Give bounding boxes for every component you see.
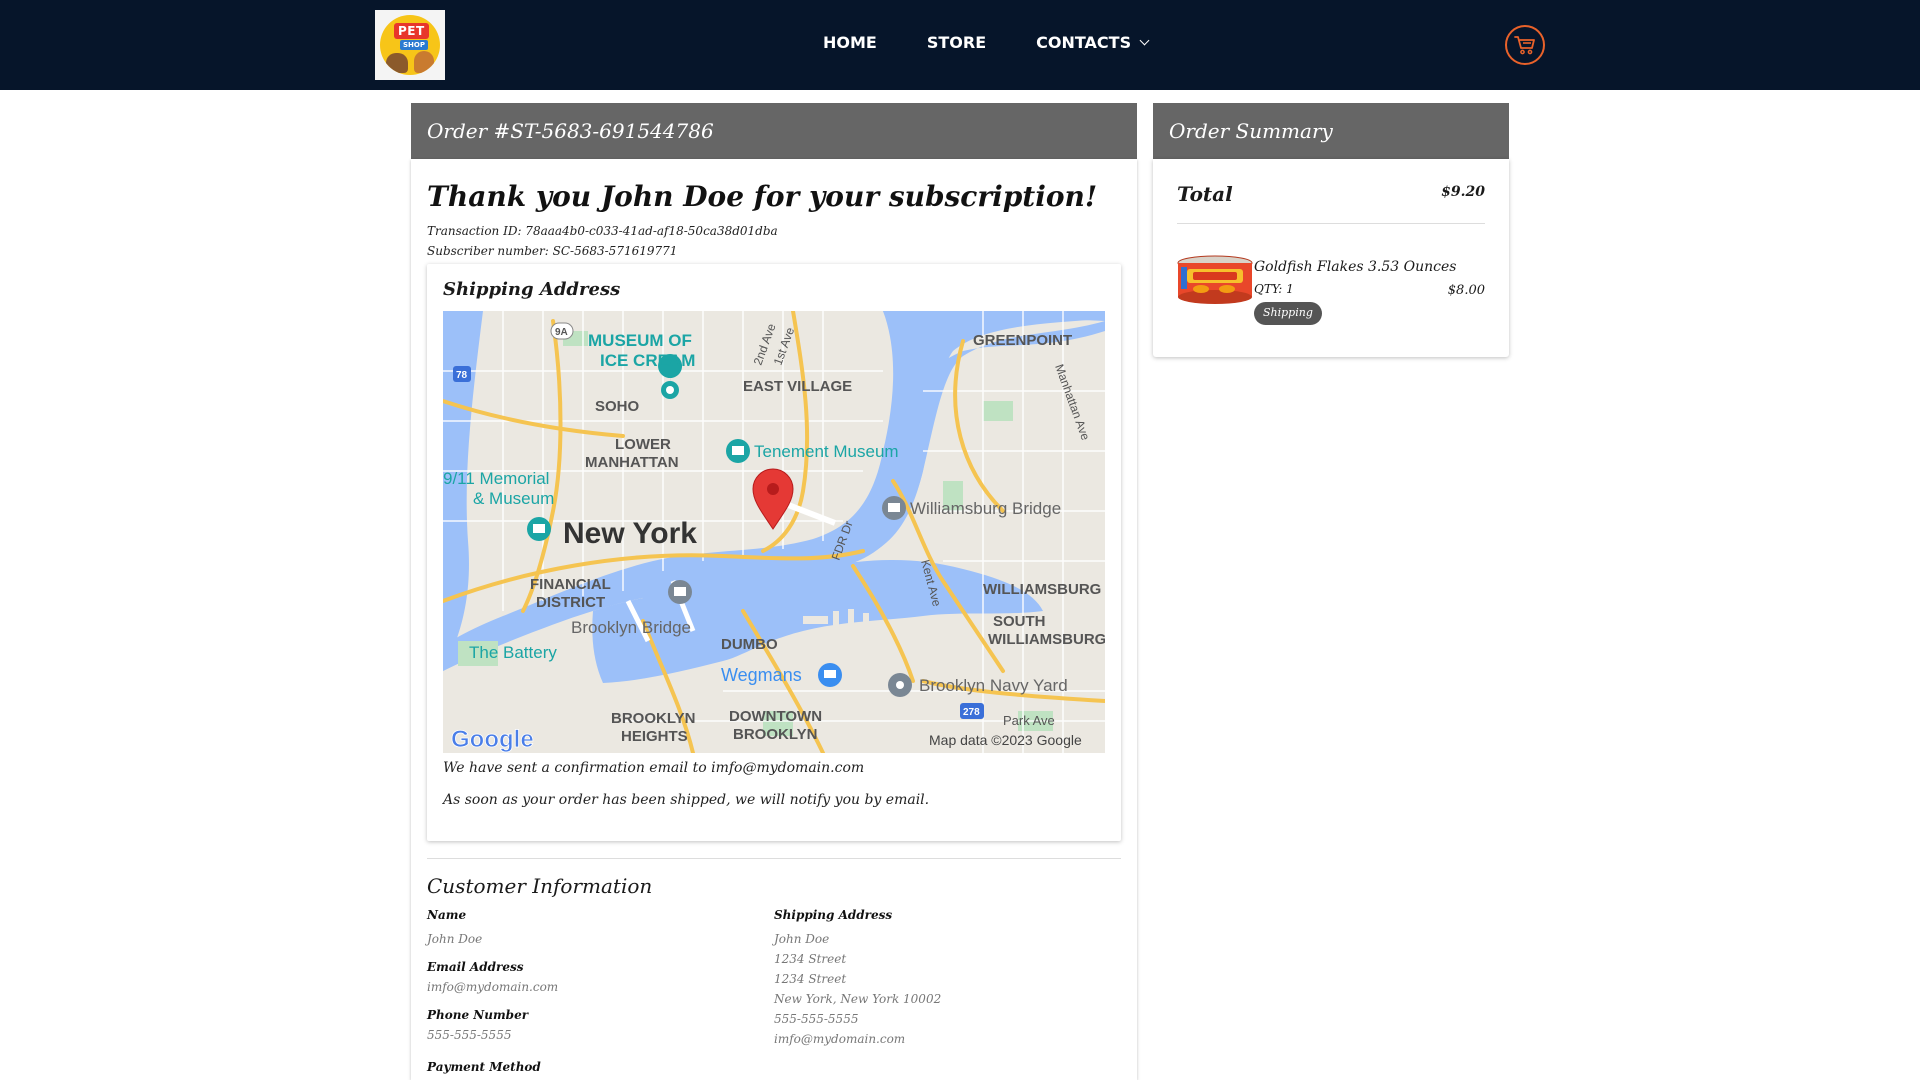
nav-store[interactable]: STORE xyxy=(927,33,986,52)
product-image xyxy=(1177,255,1253,305)
order-title: Order #ST-5683-691544786 xyxy=(427,119,714,143)
map-label-wegmans: Wegmans xyxy=(721,665,802,685)
total-value: $9.20 xyxy=(1441,184,1485,200)
ship-line-1: John Doe xyxy=(774,932,830,946)
main-nav: HOME STORE CONTACTS xyxy=(823,33,1150,52)
phone-label: Phone Number xyxy=(427,1008,529,1022)
map-label-new-york: New York xyxy=(563,517,697,550)
phone-value: 555-555-5555 xyxy=(427,1028,512,1042)
name-value: John Doe xyxy=(427,932,483,946)
map-shield-9a: 9A xyxy=(555,327,568,338)
section-divider xyxy=(427,858,1121,859)
map-label-brooklyn-heights: BROOKLYN xyxy=(611,710,695,727)
map-label-dumbo: DUMBO xyxy=(721,636,778,653)
map-label-brooklyn-bridge: Brooklyn Bridge xyxy=(571,618,691,637)
ship-line-3: 1234 Street xyxy=(774,972,847,986)
nav-home[interactable]: HOME xyxy=(823,33,877,52)
product-qty: QTY: 1 xyxy=(1254,282,1294,296)
payment-label: Payment Method xyxy=(427,1060,541,1074)
customer-info-title: Customer Information xyxy=(427,874,653,898)
email-label: Email Address xyxy=(427,960,524,974)
map-label-greenpoint: GREENPOINT xyxy=(973,332,1072,349)
map-graphic: 78 9A 278 MUSEUM OF ICE CREAM GREENPOINT… xyxy=(443,311,1105,753)
map-label-downtown-brooklyn: BROOKLYN xyxy=(733,726,817,743)
map-label-east-village: EAST VILLAGE xyxy=(743,378,852,395)
map-label-memorial-2: & Museum xyxy=(473,489,554,508)
map-label-lower: LOWER xyxy=(615,436,671,453)
map-attribution: Map data ©2023 Google xyxy=(929,732,1082,748)
name-label: Name xyxy=(427,908,467,922)
ship-line-2: 1234 Street xyxy=(774,952,847,966)
nav-contacts-label: CONTACTS xyxy=(1036,33,1132,52)
ship-line-6: imfo@mydomain.com xyxy=(774,1032,906,1046)
map-label-south: SOUTH xyxy=(993,613,1046,630)
order-header: Order #ST-5683-691544786 xyxy=(411,103,1137,159)
cat-illustration xyxy=(414,51,434,73)
map-label-heights: HEIGHTS xyxy=(621,728,688,745)
map-label-williamsburg-bridge: Williamsburg Bridge xyxy=(910,499,1061,518)
total-label: Total xyxy=(1177,182,1233,206)
logo-badge: PET SHOP xyxy=(380,15,440,75)
cart-button[interactable] xyxy=(1505,25,1545,65)
map-label-museum-2: ICE CREAM xyxy=(600,351,695,370)
product-name: Goldfish Flakes 3.53 Ounces xyxy=(1254,259,1457,275)
shipping-address-title: Shipping Address xyxy=(443,279,621,300)
map-label-navy-yard: Brooklyn Navy Yard xyxy=(919,676,1068,695)
ship-address-label: Shipping Address xyxy=(774,908,893,922)
map-label-tenement: Tenement Museum xyxy=(754,442,899,461)
transaction-id: Transaction ID: 78aaa4b0-c033-41ad-af18-… xyxy=(427,224,778,238)
map-label-downtown: DOWNTOWN xyxy=(729,708,822,725)
map-label-museum: MUSEUM OF xyxy=(588,331,692,350)
shipping-notify-note: As soon as your order has been shipped, … xyxy=(443,792,930,808)
confirmation-email-note: We have sent a confirmation email to imf… xyxy=(443,760,865,776)
shipping-map[interactable]: 78 9A 278 MUSEUM OF ICE CREAM GREENPOINT… xyxy=(443,311,1105,753)
summary-header: Order Summary xyxy=(1153,103,1509,159)
map-label-park-ave: Park Ave xyxy=(1003,713,1055,728)
dog-illustration xyxy=(386,53,408,73)
map-label-financial: FINANCIAL xyxy=(530,576,611,593)
goldfish-flakes-can xyxy=(1177,255,1253,304)
chevron-down-icon xyxy=(1139,35,1150,45)
logo-text-pet: PET xyxy=(394,23,429,39)
summary-divider xyxy=(1177,223,1485,224)
map-google-logo: Google xyxy=(451,726,534,753)
map-label-memorial: 9/11 Memorial xyxy=(443,469,549,488)
subscriber-number: Subscriber number: SC-5683-571619771 xyxy=(427,244,678,258)
map-label-manhattan: MANHATTAN xyxy=(585,454,679,471)
pet-shop-logo[interactable]: PET SHOP xyxy=(375,10,445,80)
top-navbar: PET SHOP HOME STORE CONTACTS xyxy=(0,0,1920,90)
ship-line-5: 555-555-5555 xyxy=(774,1012,859,1026)
thank-you-heading: Thank you John Doe for your subscription… xyxy=(427,180,1098,213)
ship-line-4: New York, New York 10002 xyxy=(774,992,942,1006)
shipping-badge: Shipping xyxy=(1254,302,1322,325)
product-price: $8.00 xyxy=(1447,283,1485,298)
map-label-williamsburg: WILLIAMSBURG xyxy=(983,581,1101,598)
email-value: imfo@mydomain.com xyxy=(427,980,559,994)
map-shield-278: 278 xyxy=(963,707,980,718)
logo-text-shop: SHOP xyxy=(400,40,428,50)
map-label-soho: SOHO xyxy=(595,398,640,415)
map-label-district: DISTRICT xyxy=(536,594,605,611)
map-label-battery: The Battery xyxy=(469,643,557,662)
map-shield-78: 78 xyxy=(456,370,468,381)
map-label-south-williamsburg: WILLIAMSBURG xyxy=(988,631,1105,648)
nav-contacts[interactable]: CONTACTS xyxy=(1036,33,1150,52)
summary-title: Order Summary xyxy=(1169,119,1333,143)
cart-icon xyxy=(1514,36,1535,55)
